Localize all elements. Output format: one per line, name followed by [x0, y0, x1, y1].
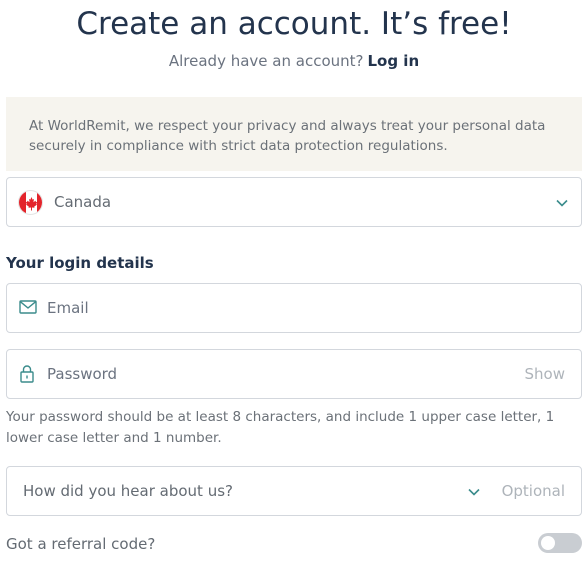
toggle-knob	[541, 536, 555, 550]
email-input[interactable]	[47, 284, 507, 332]
show-password-button[interactable]: Show	[525, 365, 565, 383]
referral-toggle[interactable]	[538, 533, 582, 553]
login-prompt: Already have an account? Log in	[0, 52, 588, 70]
password-hint: Your password should be at least 8 chara…	[6, 409, 555, 446]
chevron-down-icon	[555, 195, 569, 209]
envelope-icon	[19, 299, 37, 318]
page-title: Create an account. It’s free!	[76, 6, 512, 42]
referral-label: Got a referral code?	[6, 535, 156, 553]
canada-flag-icon	[18, 190, 43, 215]
hear-about-placeholder: How did you hear about us?	[23, 482, 233, 500]
lock-icon	[19, 364, 35, 388]
login-link[interactable]: Log in	[367, 52, 419, 70]
privacy-notice: At WorldRemit, we respect your privacy a…	[6, 97, 582, 171]
chevron-down-icon	[467, 484, 481, 498]
email-field	[6, 283, 582, 333]
login-details-heading: Your login details	[6, 254, 154, 272]
optional-label: Optional	[501, 482, 565, 500]
hear-about-select[interactable]: How did you hear about us? Optional	[6, 466, 582, 516]
country-select[interactable]: Canada	[6, 177, 582, 227]
country-value: Canada	[54, 193, 112, 211]
login-prompt-text: Already have an account?	[168, 52, 364, 70]
password-field: Show	[6, 349, 582, 399]
password-input[interactable]	[47, 350, 507, 398]
